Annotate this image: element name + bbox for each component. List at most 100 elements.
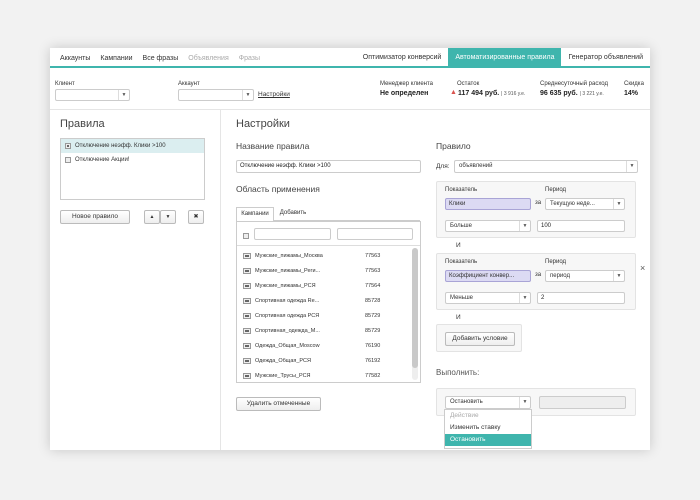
- tab-add[interactable]: Добавить: [276, 207, 310, 221]
- campaign-name: Одежда_Общая_РСЯ: [255, 357, 311, 364]
- campaign-checkbox[interactable]: [243, 312, 251, 319]
- add-condition-button[interactable]: Добавить условие: [445, 332, 515, 346]
- condition-1: Показатель Период Клики за Текущую неде.…: [436, 181, 636, 238]
- scrollbar-thumb[interactable]: [412, 248, 418, 368]
- table-row[interactable]: Спортивная одежда РСЯ 85729: [237, 308, 380, 323]
- campaigns-table: Мужские_пижамы_Москва 77563 Мужские_пижамы…: [236, 221, 421, 383]
- delete-rule-button[interactable]: ✖: [188, 210, 204, 224]
- rule-item[interactable]: Отключение Акции!: [61, 153, 204, 167]
- campaign-checkbox[interactable]: [243, 357, 251, 364]
- menu-item-stop[interactable]: Остановить: [445, 434, 531, 446]
- campaign-checkbox[interactable]: [243, 327, 251, 334]
- execute-label: Выполнить:: [436, 368, 480, 377]
- for-select[interactable]: объявлений ▼: [454, 160, 638, 173]
- balance-title: Остаток: [457, 81, 480, 87]
- scrollbar-track[interactable]: [412, 248, 418, 380]
- campaign-id: 76190: [365, 342, 381, 349]
- action-value-input[interactable]: [539, 396, 626, 409]
- campaign-checkbox[interactable]: [243, 282, 251, 289]
- rule-checkbox[interactable]: [65, 143, 71, 149]
- table-row[interactable]: Спортивная одежда Re... 85728: [237, 293, 380, 308]
- metric-select[interactable]: Клики: [445, 198, 531, 210]
- arrow-down-icon: ▼: [165, 214, 171, 220]
- campaign-name-filter[interactable]: [254, 228, 331, 240]
- move-up-button[interactable]: ▲: [144, 210, 160, 224]
- operator-select-value: Меньше: [450, 295, 473, 301]
- chevron-down-icon: ▼: [118, 90, 129, 100]
- tab-conversion-optimizer[interactable]: Оптимизатор конверсий: [356, 48, 449, 68]
- operator-select[interactable]: Больше ▼: [445, 220, 531, 232]
- chevron-down-icon: ▼: [519, 293, 530, 303]
- and-label-1: И: [456, 242, 461, 249]
- campaign-checkbox[interactable]: [243, 252, 251, 259]
- threshold-input[interactable]: 2: [537, 292, 625, 304]
- chevron-down-icon: ▼: [519, 221, 530, 231]
- filters-divider: [50, 109, 650, 110]
- period-select-value: Текущую неде...: [550, 201, 595, 207]
- condition-2: Показатель Период Коэффициент конвер... …: [436, 253, 636, 310]
- avg-spend-value: 96 635 руб. | 3 221 у.е.: [540, 90, 604, 97]
- select-all-checkbox[interactable]: [243, 233, 249, 239]
- rule-checkbox[interactable]: [65, 157, 71, 163]
- campaign-name: Мужские_Трусы_РСЯ: [255, 372, 311, 379]
- table-row[interactable]: Одежда_Общая_РСЯ 76192: [237, 353, 380, 368]
- threshold-input[interactable]: 100: [537, 220, 625, 232]
- rule-item-label: Отключение Акции!: [75, 157, 130, 163]
- campaign-id-filter[interactable]: [337, 228, 413, 240]
- period-select[interactable]: период ▼: [545, 270, 625, 282]
- table-row[interactable]: Мужские_пижамы_РСЯ 77564: [237, 278, 380, 293]
- delete-selected-button[interactable]: Удалить отмеченные: [236, 397, 321, 411]
- metric-label: Показатель: [445, 259, 478, 265]
- campaign-checkbox[interactable]: [243, 342, 251, 349]
- tab-campaigns[interactable]: Кампании: [236, 207, 274, 222]
- period-for-word: за: [535, 200, 542, 206]
- rule-name-input[interactable]: Отключение неэфф. Клики >100: [236, 160, 421, 173]
- close-icon: ✖: [193, 214, 199, 220]
- top-navigation: Аккаунты Кампании Все фразы Объявления Ф…: [50, 48, 650, 68]
- settings-title: Настройки: [236, 118, 290, 130]
- period-label: Период: [545, 259, 567, 265]
- table-row[interactable]: Мужские_Трусы_РСЯ 77582: [237, 368, 380, 383]
- settings-link[interactable]: Настройки: [258, 91, 290, 98]
- period-select[interactable]: Текущую неде... ▼: [545, 198, 625, 210]
- for-select-value: объявлений: [459, 163, 493, 169]
- account-label: Аккаунт: [178, 81, 200, 87]
- and-label-2: И: [456, 314, 461, 321]
- table-row[interactable]: Спортивная_одежда_М... 85729: [237, 323, 380, 338]
- metric-select[interactable]: Коэффициент конвер...: [445, 270, 531, 282]
- client-label: Клиент: [55, 81, 75, 87]
- rules-title: Правила: [60, 118, 105, 130]
- table-row[interactable]: Мужские_пижамы_Москва 77563: [237, 248, 380, 263]
- menu-item-change-bid[interactable]: Изменить ставку: [445, 422, 531, 434]
- campaign-id: 85728: [365, 297, 381, 304]
- table-row[interactable]: Мужские_пижамы_Реги... 77563: [237, 263, 380, 278]
- nav-left: Аккаунты Кампании Все фразы Объявления Ф…: [60, 48, 270, 68]
- remove-condition-icon[interactable]: ×: [640, 263, 645, 273]
- nav-right: Оптимизатор конверсий Автоматизированные…: [356, 48, 650, 68]
- client-select[interactable]: ▼: [55, 89, 130, 101]
- move-down-button[interactable]: ▼: [160, 210, 176, 224]
- action-select[interactable]: Остановить ▼: [445, 396, 531, 409]
- arrow-up-icon: ▲: [149, 214, 155, 220]
- nav-phrases[interactable]: Фразы: [239, 55, 260, 62]
- new-rule-button[interactable]: Новое правило: [60, 210, 130, 224]
- tab-automated-rules[interactable]: Автоматизированные правила: [448, 48, 562, 68]
- discount-value: 14%: [624, 90, 639, 97]
- action-select-value: Остановить: [450, 399, 483, 405]
- campaign-checkbox[interactable]: [243, 297, 251, 304]
- nav-accounts[interactable]: Аккаунты: [60, 55, 90, 62]
- table-row[interactable]: Одежда_Общая_Moscow 76190: [237, 338, 380, 353]
- campaign-checkbox[interactable]: [243, 372, 251, 379]
- chevron-down-icon: ▼: [242, 90, 253, 100]
- tab-ad-generator[interactable]: Генератор объявлений: [561, 48, 650, 68]
- nav-campaigns[interactable]: Кампании: [100, 55, 132, 62]
- nav-all-phrases[interactable]: Все фразы: [143, 55, 179, 62]
- operator-select[interactable]: Меньше ▼: [445, 292, 531, 304]
- nav-ads[interactable]: Объявления: [188, 55, 229, 62]
- rule-item-selected[interactable]: Отключение неэфф. Клики >100: [61, 139, 204, 153]
- account-select[interactable]: ▼: [178, 89, 254, 101]
- campaign-id: 76192: [365, 357, 381, 364]
- period-label: Период: [545, 187, 567, 193]
- campaign-checkbox[interactable]: [243, 267, 251, 274]
- operator-select-value: Больше: [450, 223, 472, 229]
